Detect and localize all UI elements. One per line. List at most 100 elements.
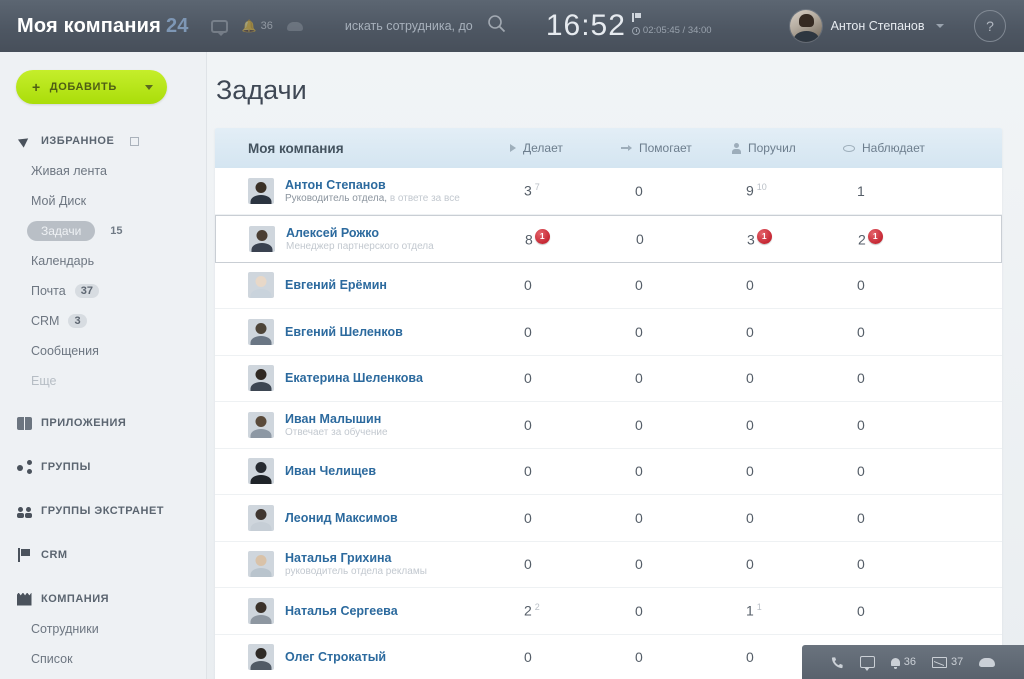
task-count-cell[interactable]: 0 — [621, 324, 732, 340]
column-header-assigned[interactable]: Поручил — [732, 141, 843, 155]
sidebar-group-favorites[interactable]: ИЗБРАННОЕ — [0, 126, 206, 156]
task-count-cell[interactable]: 0 — [621, 417, 732, 433]
task-count-cell[interactable]: 0 — [843, 370, 954, 386]
task-count-cell[interactable]: 0 — [510, 370, 621, 386]
table-row[interactable]: Иван Малышин Отвечает за обучение 0 0 0 0 — [215, 402, 1002, 449]
task-count-cell[interactable]: 0 — [510, 556, 621, 572]
column-header-doing[interactable]: Делает — [510, 141, 621, 155]
sidebar-group-groups[interactable]: ГРУППЫ — [0, 452, 206, 482]
task-count-cell[interactable]: 0 — [732, 324, 843, 340]
sidebar-group-company[interactable]: КОМПАНИЯ — [0, 584, 206, 614]
chevron-down-icon[interactable] — [145, 84, 153, 90]
person-name-link[interactable]: Екатерина Шеленкова — [285, 371, 423, 385]
task-count-cell[interactable]: 0 — [510, 417, 621, 433]
task-count-cell[interactable]: 0 — [843, 556, 954, 572]
table-row[interactable]: Антон Степанов Руководитель отдела, в отв… — [215, 168, 1002, 215]
search-icon[interactable] — [487, 14, 506, 38]
task-count-cell[interactable]: 0 — [732, 370, 843, 386]
person-name-link[interactable]: Наталья Грихина — [285, 551, 427, 565]
app-logo[interactable]: Моя компания 24 — [17, 15, 189, 38]
task-count-cell[interactable]: 22 — [510, 602, 621, 619]
task-count-cell[interactable]: 0 — [732, 277, 843, 293]
table-row[interactable]: Евгений Ерёмин 0 0 0 0 — [215, 263, 1002, 309]
table-row[interactable]: Наталья Сергеева 2 2 0 1 1 0 — [215, 588, 1002, 635]
task-count-cell[interactable]: 9 10 — [732, 182, 843, 199]
sidebar-item-messages[interactable]: Сообщения — [0, 336, 206, 366]
worktime-widget[interactable]: 16:52 02:05:45 / 34:00 — [546, 11, 712, 41]
task-count-cell[interactable]: 0 — [510, 324, 621, 340]
task-count-cell[interactable]: 81 — [511, 229, 622, 248]
table-row[interactable]: Алексей Рожко Менеджер партнерского отдел… — [215, 214, 1002, 263]
sidebar-item-live-feed[interactable]: Живая лента — [0, 156, 206, 186]
sidebar-item-mail[interactable]: Почта 37 — [0, 276, 206, 306]
task-count-cell[interactable]: 0 — [732, 417, 843, 433]
task-count-cell[interactable]: 0 — [843, 603, 954, 619]
person-name-link[interactable]: Иван Челищев — [285, 464, 376, 478]
task-count-cell[interactable]: 0 — [732, 510, 843, 526]
person-name-link[interactable]: Антон Степанов — [285, 178, 460, 192]
task-count-cell[interactable]: 0 — [843, 417, 954, 433]
task-count-cell[interactable]: 0 — [843, 277, 954, 293]
task-count-cell[interactable]: 0 — [843, 324, 954, 340]
task-count-cell[interactable]: 0 — [510, 277, 621, 293]
task-count-cell[interactable]: 0 — [621, 277, 732, 293]
table-row[interactable]: Леонид Максимов 0 0 0 0 — [215, 495, 1002, 542]
task-count-cell[interactable]: 0 — [621, 370, 732, 386]
task-count-cell[interactable]: 0 — [732, 463, 843, 479]
sidebar-group-extranet[interactable]: ГРУППЫ ЭКСТРАНЕТ — [0, 496, 206, 526]
task-count-cell[interactable]: 0 — [843, 510, 954, 526]
search-input[interactable] — [344, 19, 485, 33]
person-name-link[interactable]: Леонид Максимов — [285, 511, 398, 525]
user-menu[interactable]: Антон Степанов — [789, 10, 944, 42]
task-count-cell[interactable]: 0 — [621, 183, 732, 199]
table-row[interactable]: Евгений Шеленков 0 0 0 0 — [215, 309, 1002, 356]
header-notifications-button[interactable]: 🔔 36 — [242, 19, 273, 33]
bottom-notifications-button[interactable]: 36 — [890, 656, 916, 669]
task-count-cell[interactable]: 31 — [733, 229, 844, 248]
header-search[interactable] — [344, 14, 520, 38]
task-count-cell[interactable]: 0 — [621, 510, 732, 526]
sidebar-item-list[interactable]: Список — [0, 644, 206, 674]
task-count-cell[interactable]: 0 — [510, 510, 621, 526]
column-header-helping[interactable]: Помогает — [621, 141, 732, 155]
table-row[interactable]: Наталья Грихина руководитель отдела рекла… — [215, 542, 1002, 588]
status-badge[interactable]: 1 — [534, 229, 550, 245]
person-name-link[interactable]: Иван Малышин — [285, 412, 388, 426]
header-cloud-button[interactable] — [286, 21, 303, 31]
task-count-cell[interactable]: 0 — [843, 463, 954, 479]
sidebar-item-tasks[interactable]: Задачи 15 — [0, 216, 206, 246]
task-count-cell[interactable]: 0 — [510, 649, 621, 665]
task-count-cell[interactable]: 0 — [621, 556, 732, 572]
task-count-cell[interactable]: 21 — [844, 229, 955, 248]
table-row[interactable]: Иван Челищев 0 0 0 0 — [215, 449, 1002, 495]
status-badge[interactable]: 1 — [756, 229, 772, 245]
bottom-cloud-button[interactable] — [979, 657, 996, 667]
task-count-cell[interactable]: 0 — [621, 649, 732, 665]
sidebar-group-apps[interactable]: ПРИЛОЖЕНИЯ — [0, 408, 206, 438]
add-button[interactable]: + ДОБАВИТЬ — [16, 70, 167, 104]
header-chat-button[interactable] — [210, 19, 228, 36]
person-name-link[interactable]: Наталья Сергеева — [285, 604, 398, 618]
column-header-observing[interactable]: Наблюдает — [843, 141, 954, 155]
task-count-cell[interactable]: 0 — [621, 463, 732, 479]
person-name-link[interactable]: Евгений Ерёмин — [285, 278, 387, 292]
task-count-cell[interactable]: 0 — [510, 463, 621, 479]
sidebar-item-more[interactable]: Еще — [0, 366, 206, 396]
sidebar-item-calendar[interactable]: Календарь — [0, 246, 206, 276]
task-count-cell[interactable]: 11 — [732, 602, 843, 619]
settings-icon[interactable] — [130, 136, 140, 146]
bottom-mail-button[interactable]: 37 — [932, 656, 963, 668]
sidebar-item-employees[interactable]: Сотрудники — [0, 614, 206, 644]
sidebar-item-my-disk[interactable]: Мой Диск — [0, 186, 206, 216]
person-name-link[interactable]: Олег Строкатый — [285, 650, 386, 664]
table-row[interactable]: Екатерина Шеленкова 0 0 0 0 — [215, 356, 1002, 402]
task-count-cell[interactable]: 0 — [622, 231, 733, 247]
task-count-cell[interactable]: 0 — [732, 556, 843, 572]
person-name-link[interactable]: Алексей Рожко — [286, 226, 434, 240]
person-name-link[interactable]: Евгений Шеленков — [285, 325, 403, 339]
task-count-cell[interactable]: 37 — [510, 182, 621, 199]
bottom-chat-button[interactable] — [859, 656, 875, 671]
sidebar-group-crm[interactable]: CRM — [0, 540, 206, 570]
bottom-phone-button[interactable] — [831, 656, 844, 669]
task-count-cell[interactable]: 0 — [621, 603, 732, 619]
